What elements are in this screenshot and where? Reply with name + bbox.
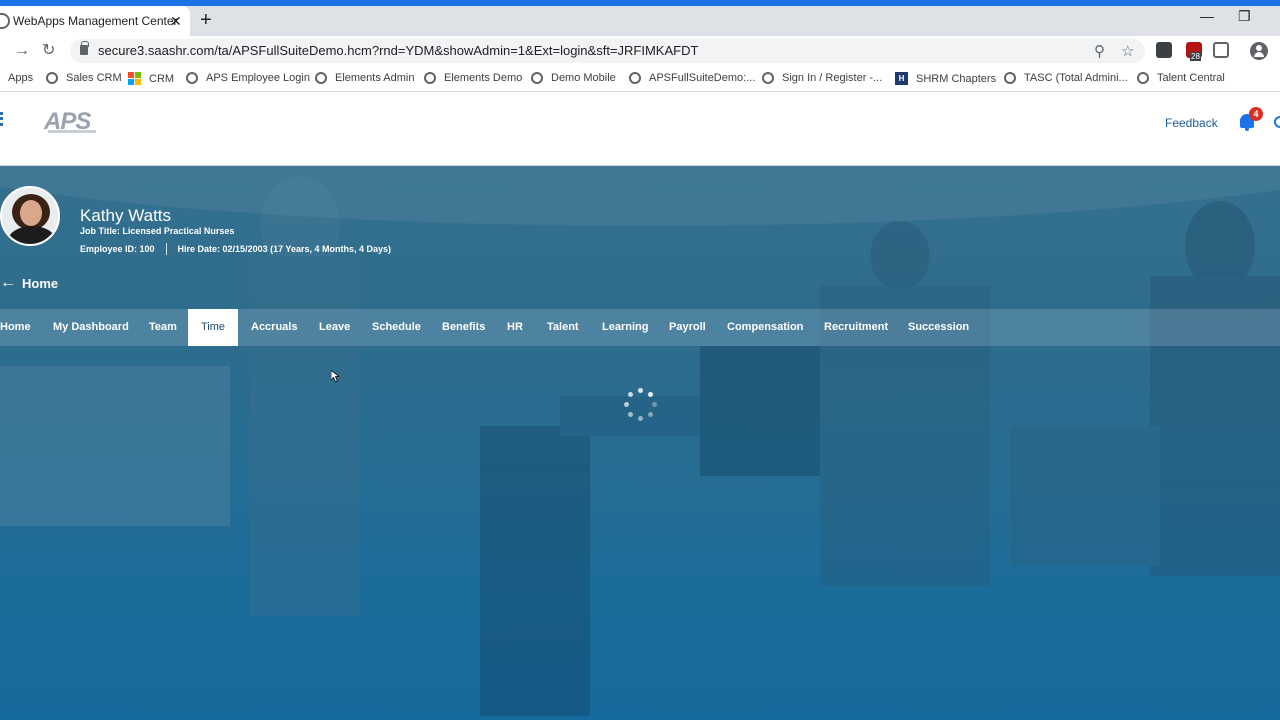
- menu-item-recruitment[interactable]: Recruitment: [824, 309, 888, 346]
- bookmark-item[interactable]: Elements Admin: [315, 72, 414, 84]
- spinner-dot: [628, 411, 634, 417]
- qr-extension-icon[interactable]: [1213, 42, 1229, 58]
- bookmark-label: Sales CRM: [66, 72, 122, 84]
- bookmark-label: CRM: [149, 72, 175, 85]
- bookmark-item[interactable]: Talent Central: [1137, 72, 1225, 84]
- tasc-icon: [1004, 72, 1016, 84]
- menu-item-compensation[interactable]: Compensation: [727, 309, 803, 346]
- extension-badge: 28: [1190, 52, 1201, 61]
- reload-icon[interactable]: ↻: [42, 42, 55, 60]
- bookmark-label: Elements Demo: [444, 72, 523, 84]
- profile-icon[interactable]: [1250, 42, 1268, 60]
- lock-icon: [80, 41, 89, 55]
- bookmark-item[interactable]: Apps: [8, 72, 33, 84]
- menu-item-talent[interactable]: Talent: [547, 309, 579, 346]
- globe-icon: [46, 72, 58, 84]
- bookmark-item[interactable]: Elements Demo: [424, 72, 522, 84]
- back-arrow-icon: ←: [0, 274, 16, 291]
- bookmark-label: APS Employee Login: [206, 72, 310, 84]
- spinner-dot: [628, 392, 634, 398]
- tab-title: WebApps Management Center: [13, 14, 178, 28]
- bookmark-item[interactable]: CRM: [128, 72, 174, 85]
- bookmark-item[interactable]: H SHRM Chapters: [895, 72, 996, 85]
- menu-item-hr[interactable]: HR: [507, 309, 523, 346]
- minimize-icon[interactable]: —: [1200, 8, 1214, 24]
- menu-item-schedule[interactable]: Schedule: [372, 309, 421, 346]
- bookmark-label: TASC (Total Admini...: [1024, 72, 1128, 84]
- spinner-dot: [638, 416, 643, 421]
- spinner-dot: [647, 392, 653, 398]
- globe-icon: [629, 72, 641, 84]
- menu-item-leave[interactable]: Leave: [319, 309, 350, 346]
- hire-date: Hire Date: 02/15/2003 (17 Years, 4 Month…: [177, 244, 391, 254]
- menu-item-team[interactable]: Team: [149, 309, 177, 346]
- meta-divider: [165, 243, 167, 255]
- menu-item-learning[interactable]: Learning: [602, 309, 648, 346]
- menu-item-benefits[interactable]: Benefits: [442, 309, 485, 346]
- forward-icon[interactable]: →: [14, 42, 30, 60]
- logo-underline: [48, 130, 96, 133]
- address-bar-row: → ↻ secure3.saashr.com/ta/APSFullSuiteDe…: [0, 36, 1280, 66]
- zoom-icon[interactable]: ⚲: [1094, 42, 1105, 60]
- spinner-dot: [652, 402, 657, 407]
- mouse-cursor-icon: [331, 370, 339, 383]
- back-home-label: Home: [22, 275, 59, 291]
- bookmark-label: Sign In / Register -...: [782, 72, 883, 84]
- bookmark-label: SHRM Chapters: [916, 72, 997, 85]
- menu-item-home[interactable]: Home: [0, 309, 31, 346]
- menu-item-time[interactable]: Time: [188, 309, 238, 346]
- menu-item-my-dashboard[interactable]: My Dashboard: [53, 309, 129, 346]
- url-input[interactable]: secure3.saashr.com/ta/APSFullSuiteDemo.h…: [70, 39, 1145, 63]
- hamburger-menu-icon[interactable]: [0, 112, 3, 126]
- globe-icon: [762, 72, 774, 84]
- globe-icon: [1137, 72, 1149, 84]
- loading-spinner-icon: [622, 386, 658, 422]
- feedback-link[interactable]: Feedback: [1165, 116, 1218, 130]
- close-tab-icon[interactable]: ✕: [170, 13, 182, 29]
- menu-item-succession[interactable]: Succession: [908, 309, 969, 346]
- globe-icon: [531, 72, 543, 84]
- main-menu-bar: Home My Dashboard Team Time Accruals Leave Sch…: [0, 309, 1280, 346]
- globe-icon: [186, 72, 198, 84]
- new-tab-button[interactable]: +: [200, 10, 212, 30]
- bookmark-item[interactable]: Sign In / Register -...: [762, 72, 882, 84]
- favicon-icon: [0, 13, 10, 29]
- spinner-dot: [638, 388, 643, 393]
- extension-icon[interactable]: [1156, 42, 1172, 58]
- bookmark-item[interactable]: APSFullSuiteDemo:...: [629, 72, 755, 84]
- spinner-dot: [624, 402, 629, 407]
- bookmark-label: Talent Central: [1157, 72, 1225, 84]
- bookmark-item[interactable]: APS Employee Login: [186, 72, 310, 84]
- restore-icon[interactable]: ❐: [1238, 8, 1251, 25]
- employee-avatar[interactable]: [0, 186, 60, 246]
- shrm-icon: H: [895, 72, 908, 85]
- employee-id: Employee ID: 100: [80, 244, 155, 254]
- spinner-dot: [647, 411, 653, 417]
- globe-icon: [315, 72, 327, 84]
- menu-item-payroll[interactable]: Payroll: [669, 309, 706, 346]
- bookmark-label: Demo Mobile: [551, 72, 616, 84]
- employee-meta: Employee ID: 100 Hire Date: 02/15/2003 (…: [80, 243, 391, 255]
- bookmark-label: APSFullSuiteDemo:...: [649, 72, 756, 84]
- bookmark-label: Elements Admin: [335, 72, 415, 84]
- employee-name: Kathy Watts: [80, 206, 172, 225]
- employee-hero: Kathy Watts Job Title: Licensed Practica…: [0, 166, 1280, 720]
- employee-job-title: Job Title: Licensed Practical Nurses: [80, 226, 235, 236]
- star-icon[interactable]: ☆: [1121, 42, 1134, 60]
- app-header: APS Feedback 4: [0, 92, 1280, 166]
- browser-tab-bar: WebApps Management Center ✕ + — ❐: [0, 6, 1280, 36]
- menu-item-accruals[interactable]: Accruals: [251, 309, 297, 346]
- bookmark-label: Apps: [8, 72, 34, 84]
- back-home-link[interactable]: ← Home: [0, 275, 58, 291]
- url-text: secure3.saashr.com/ta/APSFullSuiteDemo.h…: [98, 43, 699, 58]
- bookmark-item[interactable]: Sales CRM: [46, 72, 122, 84]
- browser-tab[interactable]: WebApps Management Center ✕: [0, 6, 190, 36]
- microsoft-icon: [128, 72, 141, 85]
- bookmarks-bar: Apps Sales CRM CRM APS Employee Login Elemen…: [0, 66, 1280, 92]
- help-icon[interactable]: [1274, 116, 1280, 128]
- bookmark-item[interactable]: Demo Mobile: [531, 72, 616, 84]
- globe-icon: [424, 72, 436, 84]
- bookmark-item[interactable]: TASC (Total Admini...: [1004, 72, 1128, 84]
- notification-badge: 4: [1249, 107, 1263, 121]
